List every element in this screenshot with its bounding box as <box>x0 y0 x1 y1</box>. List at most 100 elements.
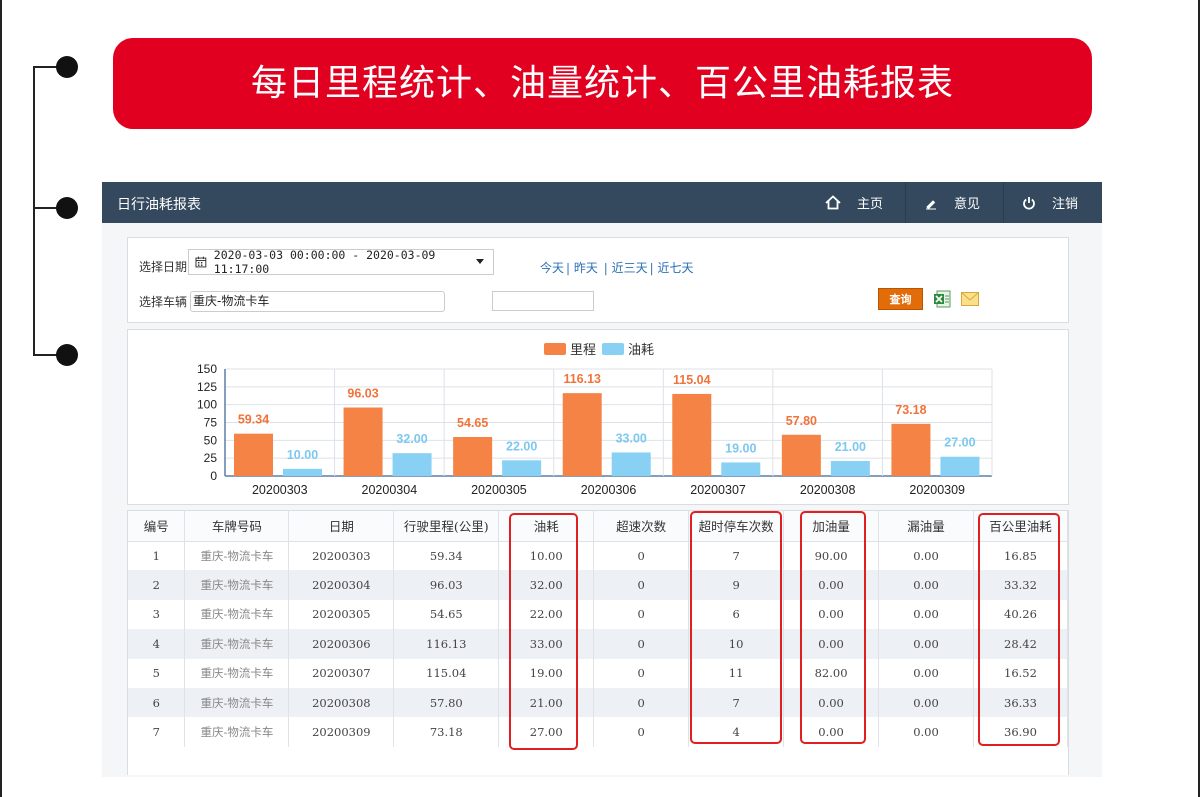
data-label-mileage: 59.34 <box>238 413 269 427</box>
y-tick-label: 150 <box>197 362 217 376</box>
header-col-plate: 车牌号码 <box>184 511 290 542</box>
cell-col-mileage: 59.34 <box>393 541 500 571</box>
nav-feedback-label: 意见 <box>954 197 981 212</box>
bar-mileage <box>562 393 602 476</box>
app-header: 日行油耗报表 主页 意见 注销 <box>102 182 1102 223</box>
extra-input[interactable] <box>492 291 594 311</box>
query-button[interactable]: 查询 <box>878 288 923 310</box>
data-label-fuel: 10.00 <box>287 448 318 462</box>
y-tick-label: 125 <box>197 380 217 394</box>
data-label-fuel: 22.00 <box>506 439 537 453</box>
cell-col-date: 20200308 <box>288 687 395 718</box>
cell-col-plate: 重庆-物流卡车 <box>184 599 290 630</box>
header-col-leak: 漏油量 <box>878 511 974 542</box>
home-icon <box>825 195 841 210</box>
vehicle-select[interactable]: 重庆-物流卡车 <box>190 291 445 312</box>
cell-col-overspeed: 0 <box>593 570 690 600</box>
x-tick-label: 20200307 <box>690 483 746 497</box>
legend-label-2: 油耗 <box>628 342 654 357</box>
bar-fuel <box>940 456 980 476</box>
y-tick-label: 25 <box>204 451 218 465</box>
x-tick-label: 20200305 <box>471 483 527 497</box>
data-label-fuel: 27.00 <box>944 436 975 450</box>
y-tick-label: 100 <box>197 398 217 412</box>
filter-panel: 选择日期 2020-03-03 00:00:00 - 2020-03-09 11… <box>127 237 1069 323</box>
nav-feedback-button[interactable]: 意见 <box>905 182 1003 223</box>
date-range-picker[interactable]: 2020-03-03 00:00:00 - 2020-03-09 11:17:0… <box>188 248 494 276</box>
chevron-down-icon <box>476 259 484 264</box>
cell-col-date: 20200306 <box>288 629 395 659</box>
banner-title: 每日里程统计、油量统计、百公里油耗报表 <box>113 38 1092 129</box>
report-table: 编号 车牌号码 日期 行驶里程(公里) 油耗 超速次数 超时停车次数 加油量 漏油量 百公里油耗 … <box>128 511 1068 747</box>
timeline-dot <box>56 197 78 219</box>
quick-today-link[interactable]: 今天 <box>540 261 564 275</box>
x-tick-label: 20200306 <box>581 483 637 497</box>
cell-col-date: 20200303 <box>288 541 395 571</box>
nav-home-button[interactable]: 主页 <box>807 182 905 223</box>
data-label-fuel: 19.00 <box>725 441 756 455</box>
cell-col-plate: 重庆-物流卡车 <box>184 570 290 600</box>
data-label-fuel: 32.00 <box>396 432 427 446</box>
cell-col-mileage: 116.13 <box>393 629 500 659</box>
x-tick-label: 20200309 <box>909 483 965 497</box>
highlight-fuel-column <box>509 513 578 750</box>
cell-col-plate: 重庆-物流卡车 <box>184 541 290 571</box>
table-row: 6 重庆-物流卡车 20200308 57.80 21.00 0 7 0.00 0.00 36.3… <box>128 687 1068 718</box>
cell-col-overspeed: 0 <box>593 599 690 630</box>
data-label-mileage: 96.03 <box>347 386 378 400</box>
bar-mileage <box>343 407 383 476</box>
cell-col-date: 20200309 <box>288 717 395 747</box>
cell-col-leak: 0.00 <box>878 717 974 747</box>
bar-mileage <box>234 433 273 476</box>
bar-fuel <box>283 468 322 476</box>
mail-icon[interactable] <box>961 292 979 306</box>
cell-col-leak: 0.00 <box>878 570 974 600</box>
x-tick-label: 20200303 <box>252 483 308 497</box>
report-table-panel: 编号 车牌号码 日期 行驶里程(公里) 油耗 超速次数 超时停车次数 加油量 漏油量 百公里油耗 … <box>127 510 1069 775</box>
cell-col-id: 3 <box>128 599 186 630</box>
app-window: 日行油耗报表 主页 意见 注销 选择日期 2020-03-03 00:00:00… <box>102 182 1102 777</box>
bar-fuel <box>830 461 870 476</box>
bar-fuel <box>502 460 542 476</box>
cell-col-date: 20200304 <box>288 570 395 600</box>
cell-col-id: 7 <box>128 717 186 747</box>
cell-col-leak: 0.00 <box>878 687 974 718</box>
bar-chart: 里程 油耗 0 25 50 75 100 125 150 59.34 10.00 20200303 96… <box>197 342 993 497</box>
table-header-row: 编号 车牌号码 日期 行驶里程(公里) 油耗 超速次数 超时停车次数 加油量 漏油量 百公里油耗 <box>128 511 1068 542</box>
y-tick-label: 50 <box>204 433 218 447</box>
quick-yesterday-link[interactable]: 昨天 <box>574 261 598 275</box>
data-label-mileage: 54.65 <box>457 416 488 430</box>
data-label-mileage: 57.80 <box>786 414 817 428</box>
nav-home-label: 主页 <box>857 197 884 212</box>
excel-export-icon[interactable] <box>933 290 951 308</box>
cell-col-overspeed: 0 <box>593 629 690 659</box>
quick-7days-link[interactable]: 近七天 <box>657 261 693 275</box>
x-tick-label: 20200304 <box>362 483 418 497</box>
header-col-overspeed: 超速次数 <box>593 511 690 542</box>
chart-panel: 里程 油耗 0 25 50 75 100 125 150 59.34 10.00 20200303 96… <box>127 329 1069 505</box>
nav-logout-button[interactable]: 注销 <box>1003 182 1102 223</box>
cell-col-id: 1 <box>128 541 186 571</box>
calendar-icon <box>195 256 207 268</box>
bar-mileage <box>781 434 821 476</box>
bar-fuel <box>392 453 432 476</box>
table-row: 1 重庆-物流卡车 20200303 59.34 10.00 0 7 90.00 0.00 16.… <box>128 541 1068 571</box>
data-label-fuel: 21.00 <box>835 440 866 454</box>
cell-col-mileage: 57.80 <box>393 687 500 718</box>
cell-col-id: 2 <box>128 570 186 600</box>
quick-3days-link[interactable]: 近三天 <box>612 261 648 275</box>
date-range-value: 2020-03-03 00:00:00 - 2020-03-09 11:17:0… <box>213 248 436 276</box>
table-row: 4 重庆-物流卡车 20200306 116.13 33.00 0 10 0.00 0.00 28… <box>128 629 1068 659</box>
legend-swatch-2 <box>602 343 624 355</box>
cell-col-plate: 重庆-物流卡车 <box>184 687 290 718</box>
app-title: 日行油耗报表 <box>117 197 201 213</box>
cell-col-plate: 重庆-物流卡车 <box>184 717 290 747</box>
cell-col-overspeed: 0 <box>593 687 690 718</box>
cell-col-leak: 0.00 <box>878 629 974 659</box>
highlight-refuel-column <box>800 511 866 744</box>
date-label: 选择日期 <box>139 260 188 274</box>
bar-mileage <box>453 437 493 476</box>
cell-col-date: 20200305 <box>288 599 395 630</box>
data-label-mileage: 116.13 <box>563 372 601 386</box>
timeline-dot <box>56 56 78 78</box>
